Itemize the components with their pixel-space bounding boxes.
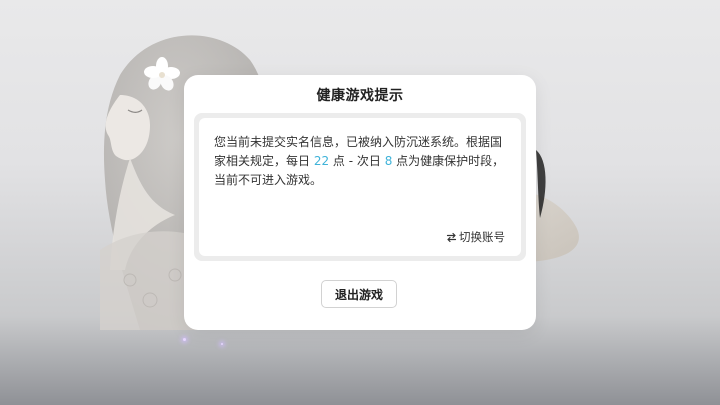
message-frame: 您当前未提交实名信息，已被纳入防沉迷系统。根据国家相关规定，每日 22 点 - … bbox=[194, 113, 526, 261]
message-text-part2: 点 - 次日 bbox=[329, 154, 385, 168]
exit-game-button[interactable]: 退出游戏 bbox=[321, 280, 397, 308]
game-screen: 健康游戏提示 您当前未提交实名信息，已被纳入防沉迷系统。根据国家相关规定，每日 … bbox=[0, 0, 720, 405]
health-game-dialog: 健康游戏提示 您当前未提交实名信息，已被纳入防沉迷系统。根据国家相关规定，每日 … bbox=[184, 75, 536, 330]
switch-account-link[interactable]: 切换账号 bbox=[446, 229, 505, 245]
switch-account-label: 切换账号 bbox=[459, 230, 505, 244]
anti-addiction-message: 您当前未提交实名信息，已被纳入防沉迷系统。根据国家相关规定，每日 22 点 - … bbox=[214, 133, 508, 190]
start-hour: 22 bbox=[313, 154, 330, 168]
message-panel: 您当前未提交实名信息，已被纳入防沉迷系统。根据国家相关规定，每日 22 点 - … bbox=[199, 118, 521, 256]
swap-arrows-icon bbox=[446, 232, 457, 243]
sparkle-particle bbox=[221, 343, 223, 345]
dialog-title: 健康游戏提示 bbox=[316, 88, 404, 104]
sparkle-particle bbox=[183, 338, 186, 341]
